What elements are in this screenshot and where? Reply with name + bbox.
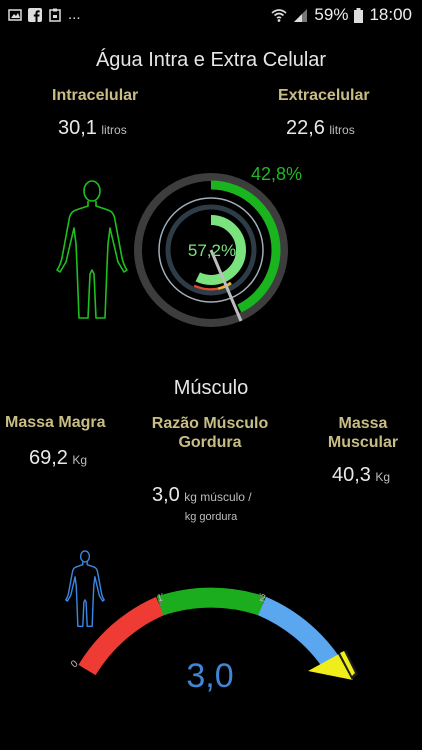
muscle-fat-ratio-unit-2: kg gordura [184, 511, 238, 523]
battery-percent: 59% [314, 5, 349, 24]
muscle-section-title: Músculo [173, 377, 249, 399]
intracellular-percent: 57,2% [187, 241, 237, 260]
extracellular-reading: 22,6 litros [286, 117, 355, 140]
muscle-mass-reading: 40,3 Kg [332, 464, 390, 487]
notification-icons: ... [8, 6, 81, 23]
battery-icon [354, 7, 364, 23]
gauge-segment-high [257, 596, 345, 676]
extracellular-value: 22,6 [286, 117, 325, 139]
status-bar: ... 59% 18:00 [0, 0, 422, 30]
body-silhouette-green-icon [56, 180, 128, 319]
muscle-mass-unit: Kg [375, 470, 391, 484]
lean-mass-label: Massa Magra [5, 414, 106, 431]
system-status: 59% 18:00 [271, 5, 412, 25]
muscle-fat-ratio-reading: 3,0 kg músculo / [152, 484, 252, 507]
muscle-fat-ratio-label: Razão Músculo Gordura [151, 415, 269, 451]
gauge-value-text: 3,0 [186, 657, 234, 695]
lean-mass-unit: Kg [72, 453, 88, 467]
intracellular-reading: 30,1 litros [58, 117, 127, 140]
extracellular-label: Extracelular [278, 87, 370, 104]
muscle-mass-label: Massa Muscular [327, 415, 399, 451]
lean-mass-value: 69,2 [29, 447, 68, 469]
facebook-icon [28, 7, 42, 22]
gallery-icon [8, 8, 22, 21]
clock: 18:00 [369, 5, 412, 24]
extracellular-percent: 42,8% [251, 164, 303, 184]
muscle-fat-ratio-unit-1: kg músculo / [184, 490, 252, 504]
signal-icon [294, 8, 308, 22]
lean-mass-reading: 69,2 Kg [29, 447, 87, 470]
intracellular-label: Intracelular [52, 87, 139, 104]
more-notifications: ... [68, 6, 81, 23]
intracellular-unit: litros [101, 123, 127, 137]
wifi-icon [271, 9, 287, 22]
clipboard-icon [49, 8, 61, 22]
water-section-title: Água Intra e Extra Celular [95, 49, 327, 71]
gauge-segment-normal [156, 587, 266, 616]
gauge-value: 3,0 [160, 657, 260, 696]
gauge-segment-low [78, 596, 165, 676]
muscle-mass-value: 40,3 [332, 464, 371, 486]
intracellular-value: 30,1 [58, 117, 97, 139]
extracellular-unit: litros [329, 123, 355, 137]
muscle-fat-ratio-value: 3,0 [152, 484, 180, 506]
